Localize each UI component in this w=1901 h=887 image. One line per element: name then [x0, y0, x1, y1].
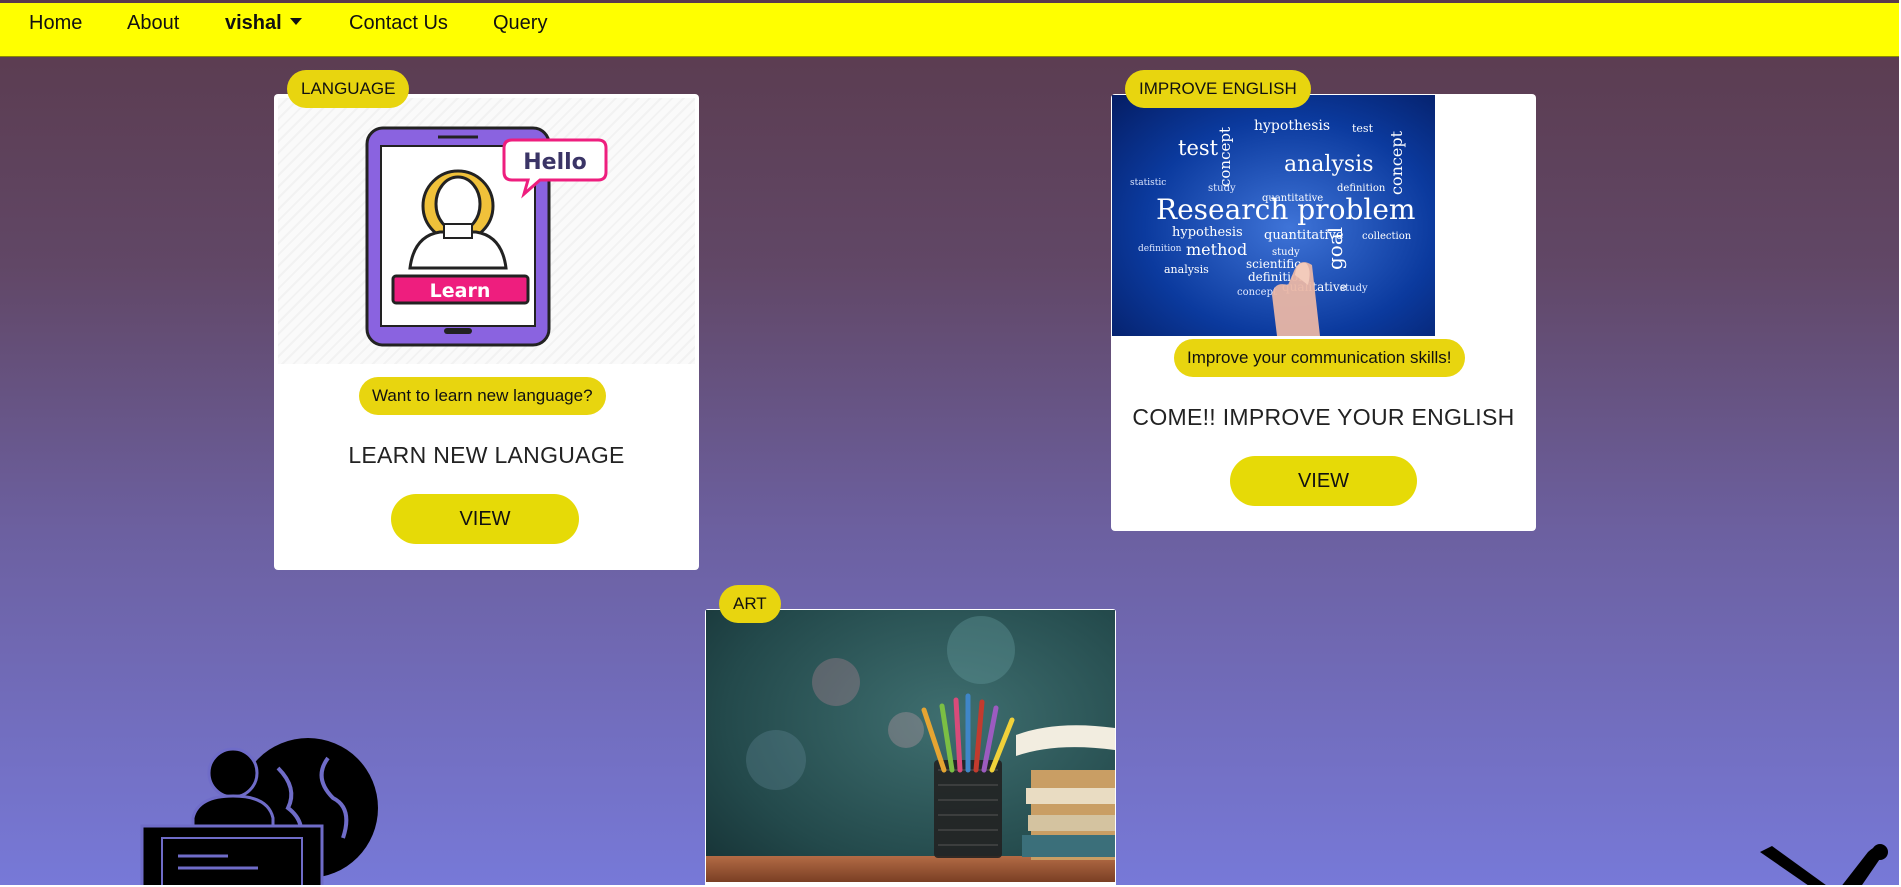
nav-query-link[interactable]: Query — [493, 12, 547, 35]
english-view-button[interactable]: VIEW — [1230, 456, 1417, 506]
svg-text:concept: concept — [1237, 287, 1277, 298]
svg-text:goal: goal — [1323, 227, 1347, 270]
navbar: Home About vishal Contact Us Query — [0, 3, 1899, 57]
english-tag: IMPROVE ENGLISH — [1125, 70, 1311, 108]
art-card-image — [706, 610, 1115, 882]
nav-about-link[interactable]: About — [127, 12, 179, 35]
svg-text:Learn: Learn — [430, 280, 491, 302]
user-dropdown[interactable]: vishal — [225, 12, 302, 35]
english-card: hypothesis test test analysis statistic … — [1111, 94, 1536, 531]
pencil-icon — [1760, 844, 1888, 885]
english-subtitle-badge: Improve your communication skills! — [1174, 339, 1465, 377]
user-name: vishal — [225, 12, 282, 34]
svg-text:statistic: statistic — [1130, 178, 1166, 188]
svg-text:test: test — [1178, 136, 1219, 160]
nav-contact-link[interactable]: Contact Us — [349, 12, 448, 35]
svg-text:analysis: analysis — [1284, 152, 1373, 177]
research-wordcloud-image: hypothesis test test analysis statistic … — [1112, 95, 1435, 336]
caret-down-icon — [289, 18, 302, 25]
svg-text:Hello: Hello — [523, 150, 587, 175]
svg-text:test: test — [1352, 122, 1374, 135]
svg-text:Research problem: Research problem — [1156, 193, 1415, 226]
language-view-button[interactable]: VIEW — [391, 494, 579, 544]
page-frame: Home About vishal Contact Us Query Learn… — [0, 0, 1899, 885]
svg-text:scientific: scientific — [1246, 257, 1301, 271]
language-subtitle-badge: Want to learn new language? — [359, 377, 606, 415]
english-card-title: COME!! IMPROVE YOUR ENGLISH — [1132, 404, 1515, 430]
svg-text:analysis: analysis — [1164, 263, 1209, 276]
art-card — [705, 609, 1116, 885]
language-card-image: Learn Hello — [278, 98, 695, 364]
svg-text:method: method — [1186, 240, 1247, 259]
svg-text:definition: definition — [1138, 244, 1182, 254]
nav-home-link[interactable]: Home — [29, 12, 82, 35]
language-card: Learn Hello Want to learn new language? … — [274, 94, 699, 570]
svg-text:collection: collection — [1362, 231, 1412, 242]
svg-text:study: study — [1340, 283, 1368, 294]
support-agent-globe-icon — [140, 738, 378, 885]
svg-text:hypothesis: hypothesis — [1254, 118, 1330, 134]
svg-text:hypothesis: hypothesis — [1172, 225, 1243, 240]
svg-text:concept: concept — [1387, 130, 1406, 195]
english-card-image: hypothesis test test analysis statistic … — [1112, 95, 1435, 336]
learn-phone-illustration: Learn Hello — [365, 126, 608, 347]
language-card-title: LEARN NEW LANGUAGE — [348, 442, 625, 468]
language-tag: LANGUAGE — [287, 70, 410, 108]
pencils-books-image — [706, 610, 1115, 882]
svg-text:concept: concept — [1216, 127, 1234, 187]
art-tag: ART — [719, 585, 781, 623]
